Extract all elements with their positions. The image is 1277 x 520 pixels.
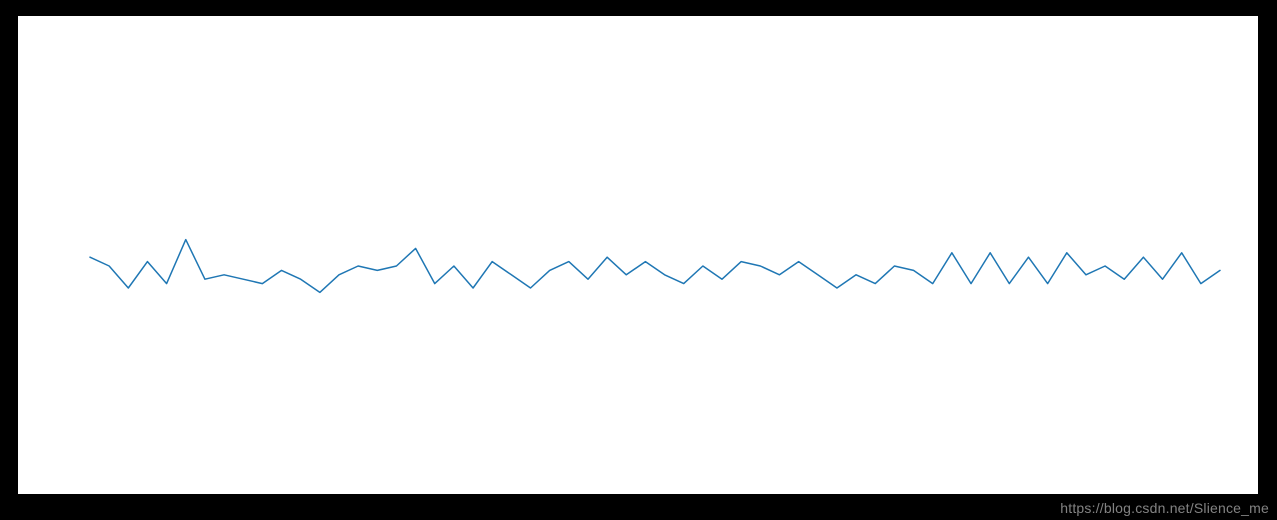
line-chart-svg	[90, 46, 1220, 486]
watermark-text: https://blog.csdn.net/Slience_me	[1060, 500, 1269, 516]
chart-frame	[18, 16, 1258, 494]
chart-axes	[90, 46, 1220, 486]
series-line	[90, 240, 1220, 293]
page-root: https://blog.csdn.net/Slience_me	[0, 0, 1277, 520]
